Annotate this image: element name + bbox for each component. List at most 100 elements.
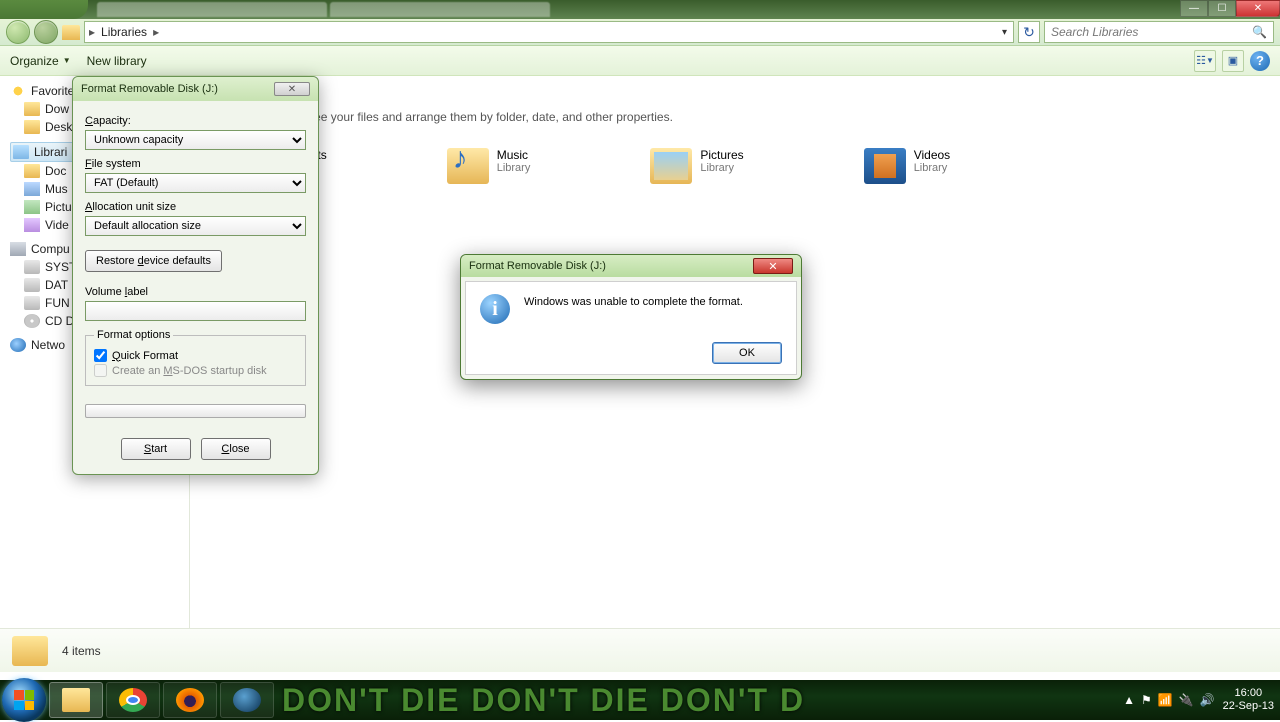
crumb-libraries[interactable]: Libraries: [101, 25, 147, 39]
dialog-title: Format Removable Disk (J:): [81, 83, 218, 95]
disk-icon: [24, 296, 40, 310]
messagebox-titlebar[interactable]: Format Removable Disk (J:) ✕: [461, 255, 801, 277]
firefox-icon: [176, 688, 204, 712]
date: 22-Sep-13: [1223, 700, 1274, 713]
library-pictures[interactable]: PicturesLibrary: [650, 148, 743, 184]
sidebar-label: Pictu: [45, 200, 72, 214]
view-menu-button[interactable]: ☷ ▼: [1194, 50, 1216, 72]
sidebar-label: Dow: [45, 102, 69, 116]
preview-pane-button[interactable]: ▣: [1222, 50, 1244, 72]
filesystem-select[interactable]: FAT (Default): [85, 173, 306, 193]
library-type: Library: [700, 162, 743, 174]
videos-icon: [24, 218, 40, 232]
msdos-input: [94, 364, 107, 377]
help-button[interactable]: ?: [1250, 51, 1270, 71]
volume-label-input[interactable]: [85, 301, 306, 321]
chrome-icon: [119, 688, 147, 712]
search-input[interactable]: Search Libraries 🔍: [1044, 21, 1274, 43]
dialog-titlebar[interactable]: Format Removable Disk (J:) ✕: [73, 77, 318, 101]
folder-icon: [62, 25, 80, 40]
new-library-label: New library: [87, 54, 147, 68]
folder-icon: [24, 120, 40, 134]
progress-bar: [85, 404, 306, 418]
explorer-toolbar: Organize▼ New library ☷ ▼ ▣ ?: [0, 46, 1280, 76]
music-icon: [24, 182, 40, 196]
dialog-close-button[interactable]: ✕: [274, 82, 310, 96]
blur-region: [0, 0, 88, 19]
music-icon: [447, 148, 489, 184]
flag-icon[interactable]: ⚑: [1141, 693, 1152, 707]
computer-icon: [10, 242, 26, 256]
start-button[interactable]: Start: [121, 438, 191, 460]
ok-button[interactable]: OK: [712, 342, 782, 364]
explorer-icon: [62, 688, 90, 712]
close-button[interactable]: Close: [201, 438, 271, 460]
sidebar-label: Doc: [45, 164, 66, 178]
browser-tab[interactable]: [330, 2, 550, 17]
folder-icon: [12, 636, 48, 666]
chevron-down-icon[interactable]: ▾: [1002, 27, 1013, 38]
breadcrumb[interactable]: ▸ Libraries ▸ ▾: [84, 21, 1014, 43]
quick-format-input[interactable]: [94, 349, 107, 362]
chevron-right-icon: ▸: [89, 25, 95, 39]
sidebar-label: Mus: [45, 182, 68, 196]
maximize-button[interactable]: ☐: [1208, 0, 1236, 17]
explorer-nav-bar: ▸ Libraries ▸ ▾ ↻ Search Libraries 🔍: [0, 19, 1280, 46]
browser-tab[interactable]: [97, 2, 327, 17]
library-music[interactable]: MusicLibrary: [447, 148, 531, 184]
window-controls: — ☐ ✕: [1180, 0, 1280, 17]
sidebar-label: Vide: [45, 218, 69, 232]
refresh-button[interactable]: ↻: [1018, 21, 1040, 43]
info-icon: i: [480, 294, 510, 324]
disk-icon: [24, 278, 40, 292]
start-button[interactable]: [2, 678, 46, 722]
sidebar-label: Compu: [31, 242, 70, 256]
tray-icons[interactable]: ▲ ⚑ 📶 🔌 🔊: [1123, 693, 1215, 707]
cd-icon: [24, 314, 40, 328]
volume-icon[interactable]: 🔊: [1200, 693, 1215, 707]
network-icon: [10, 338, 26, 352]
restore-defaults-button[interactable]: Restore device defaults: [85, 250, 222, 272]
pictures-icon: [24, 200, 40, 214]
network-icon[interactable]: 📶: [1158, 693, 1173, 707]
chevron-up-icon[interactable]: ▲: [1123, 693, 1135, 707]
taskbar-explorer[interactable]: [49, 682, 103, 718]
back-button[interactable]: [6, 20, 30, 44]
chevron-right-icon: ▸: [153, 25, 159, 39]
time: 16:00: [1223, 687, 1274, 700]
status-bar: 4 items: [0, 628, 1280, 672]
taskbar-marquee: DON'T DIE DON'T DIE DON'T D: [274, 682, 1117, 719]
volume-label-label: Volume label: [85, 286, 306, 298]
msdos-checkbox: Create an MS-DOS startup disk: [94, 364, 297, 377]
library-type: Library: [914, 162, 950, 174]
organize-label: Organize: [10, 54, 59, 68]
organize-menu[interactable]: Organize▼: [10, 54, 71, 68]
system-tray[interactable]: ▲ ⚑ 📶 🔌 🔊 16:0022-Sep-13: [1117, 687, 1280, 713]
quick-format-checkbox[interactable]: Quick Format: [94, 349, 297, 362]
taskbar-firefox[interactable]: [163, 682, 217, 718]
taskbar-app[interactable]: [220, 682, 274, 718]
library-label: Pictures: [700, 148, 743, 162]
library-label: Videos: [914, 148, 950, 162]
sidebar-label: Desk: [45, 120, 72, 134]
allocation-label: Allocation unit size: [85, 201, 306, 213]
page-subtitle: Open a library to see your files and arr…: [216, 110, 1254, 124]
taskbar-chrome[interactable]: [106, 682, 160, 718]
minimize-button[interactable]: —: [1180, 0, 1208, 17]
sidebar-label: CD D: [45, 314, 74, 328]
capacity-select[interactable]: Unknown capacity: [85, 130, 306, 150]
clock[interactable]: 16:0022-Sep-13: [1223, 687, 1274, 713]
forward-button[interactable]: [34, 20, 58, 44]
error-messagebox: Format Removable Disk (J:) ✕ i Windows w…: [460, 254, 802, 380]
search-placeholder: Search Libraries: [1051, 25, 1138, 39]
power-icon[interactable]: 🔌: [1179, 693, 1194, 707]
new-library-button[interactable]: New library: [87, 54, 147, 68]
window-close-button[interactable]: ✕: [1236, 0, 1280, 17]
windows-logo-icon: [14, 690, 34, 710]
app-icon: [233, 688, 261, 712]
library-videos[interactable]: VideosLibrary: [864, 148, 950, 184]
library-label: Music: [497, 148, 531, 162]
allocation-select[interactable]: Default allocation size: [85, 216, 306, 236]
messagebox-title: Format Removable Disk (J:): [469, 260, 606, 272]
messagebox-close-button[interactable]: ✕: [753, 258, 793, 274]
